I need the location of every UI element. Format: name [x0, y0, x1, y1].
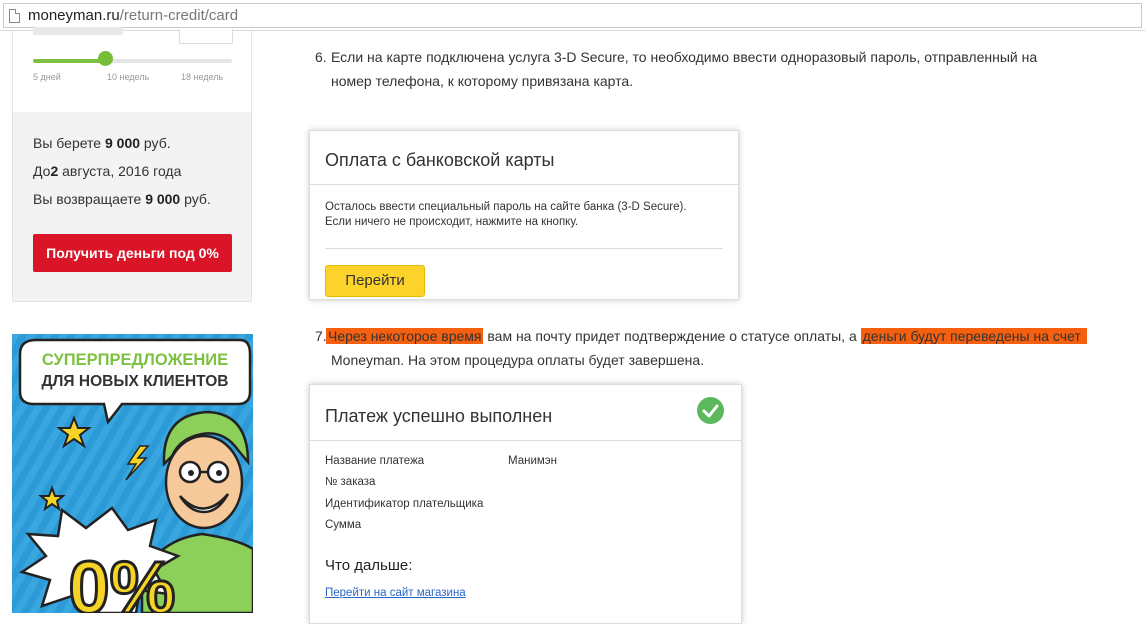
- take-suffix: руб.: [143, 135, 171, 151]
- url-text[interactable]: moneyman.ru/return-credit/card: [28, 7, 238, 25]
- promo-line1: СУПЕРПРЕДЛОЖЕНИЕ: [42, 351, 228, 369]
- card-payment-title: Оплата с банковской карты: [325, 150, 555, 170]
- panel-divider-inner: [325, 248, 723, 249]
- take-prefix: Вы берете: [33, 135, 102, 151]
- summary-return: Вы возвращаете 9 000 руб.: [33, 189, 211, 217]
- proceed-button[interactable]: Перейти: [325, 265, 425, 297]
- until-prefix: До: [33, 163, 51, 179]
- until-day: 2: [50, 163, 59, 179]
- promo-line2: ДЛЯ НОВЫХ КЛИЕНТОВ: [42, 373, 229, 390]
- address-bar: moneyman.ru/return-credit/card: [0, 0, 1145, 31]
- step-6-number: 6.: [315, 49, 327, 65]
- return-prefix: Вы возвращаете: [33, 191, 142, 207]
- step-7-line1: Через некоторое время вам на почту приде…: [315, 324, 1145, 348]
- term-slider-handle[interactable]: [97, 51, 113, 66]
- step-6: 6. Если на карте подключена услуга 3-D S…: [315, 45, 1145, 93]
- take-amount: 9 000: [104, 135, 141, 151]
- term-slider-track[interactable]: [33, 59, 232, 63]
- step-7-line2: Moneyman. На этом процедура оплаты будет…: [331, 352, 705, 368]
- summary-until: До2 августа, 2016 года: [33, 161, 211, 189]
- url-field[interactable]: moneyman.ru/return-credit/card: [3, 3, 1142, 28]
- page-icon: [9, 9, 20, 23]
- url-domain: moneyman.ru: [28, 7, 120, 24]
- summary-take: Вы берете 9 000 руб.: [33, 133, 211, 161]
- promo-illustration: СУПЕРПРЕДЛОЖЕНИЕ ДЛЯ НОВЫХ КЛИЕНТОВ 0%: [12, 334, 253, 613]
- slider-tick-max: 18 недель: [181, 72, 224, 82]
- term-input-partial[interactable]: [179, 29, 233, 44]
- payment-success-panel: Платеж успешно выполнен Название платежа…: [309, 384, 742, 624]
- card-payment-text-line1: Осталось ввести специальный пароль на са…: [325, 201, 687, 213]
- highlight-after-time: Через некоторое время: [326, 328, 484, 344]
- whats-next-title: Что дальше:: [325, 557, 413, 574]
- step-7: 7. Через некоторое время вам на почту пр…: [315, 324, 1145, 372]
- card-payment-panel: Оплата с банковской карты Осталось ввест…: [309, 130, 739, 300]
- slider-tick-mid: 10 недель: [107, 72, 150, 82]
- card-payment-text: Осталось ввести специальный пароль на са…: [325, 200, 687, 230]
- check-icon: [697, 397, 724, 424]
- detail-label-payer-id: Идентификатор плательщика: [325, 498, 484, 510]
- loan-summary: Вы берете 9 000 руб. До2 августа, 2016 г…: [33, 133, 211, 217]
- detail-label-order-number: № заказа: [325, 476, 376, 488]
- step-6-line2: номер телефона, к которому привязана кар…: [331, 73, 634, 89]
- promo-banner[interactable]: СУПЕРПРЕДЛОЖЕНИЕ ДЛЯ НОВЫХ КЛИЕНТОВ 0%: [12, 334, 253, 613]
- slider-tick-min: 5 дней: [33, 72, 61, 82]
- panel-divider: [310, 184, 738, 185]
- card-payment-text-line2: Если ничего не происходит, нажмите на кн…: [325, 216, 579, 228]
- loan-calculator: 5 дней 10 недель 18 недель Вы берете 9 0…: [12, 27, 252, 302]
- detail-label-amount: Сумма: [325, 519, 362, 531]
- detail-value-payment-name: Манимэн: [508, 455, 558, 467]
- promo-badge: 0%: [69, 546, 176, 613]
- step-7-middle: вам на почту придет подтверждение о стат…: [483, 328, 861, 344]
- step-6-line1: Если на карте подключена услуга 3-D Secu…: [331, 49, 1038, 65]
- highlight-money-transferred: деньги будут переведены на счет: [860, 328, 1087, 344]
- return-amount: 9 000: [145, 191, 181, 207]
- return-suffix: руб.: [184, 191, 211, 207]
- term-label-partial: [33, 27, 123, 35]
- detail-label-payment-name: Название платежа: [325, 455, 425, 467]
- go-to-shop-link[interactable]: Перейти на сайт магазина: [325, 587, 466, 599]
- get-money-button[interactable]: Получить деньги под 0%: [33, 234, 232, 272]
- panel-divider: [310, 440, 741, 441]
- step-7-number: 7.: [315, 328, 327, 344]
- term-slider-fill: [33, 59, 105, 63]
- term-slider-section: 5 дней 10 недель 18 недель: [13, 27, 251, 112]
- payment-success-title: Платеж успешно выполнен: [325, 406, 553, 426]
- until-suffix: августа, 2016 года: [62, 163, 182, 179]
- url-path: /return-credit/card: [119, 7, 239, 24]
